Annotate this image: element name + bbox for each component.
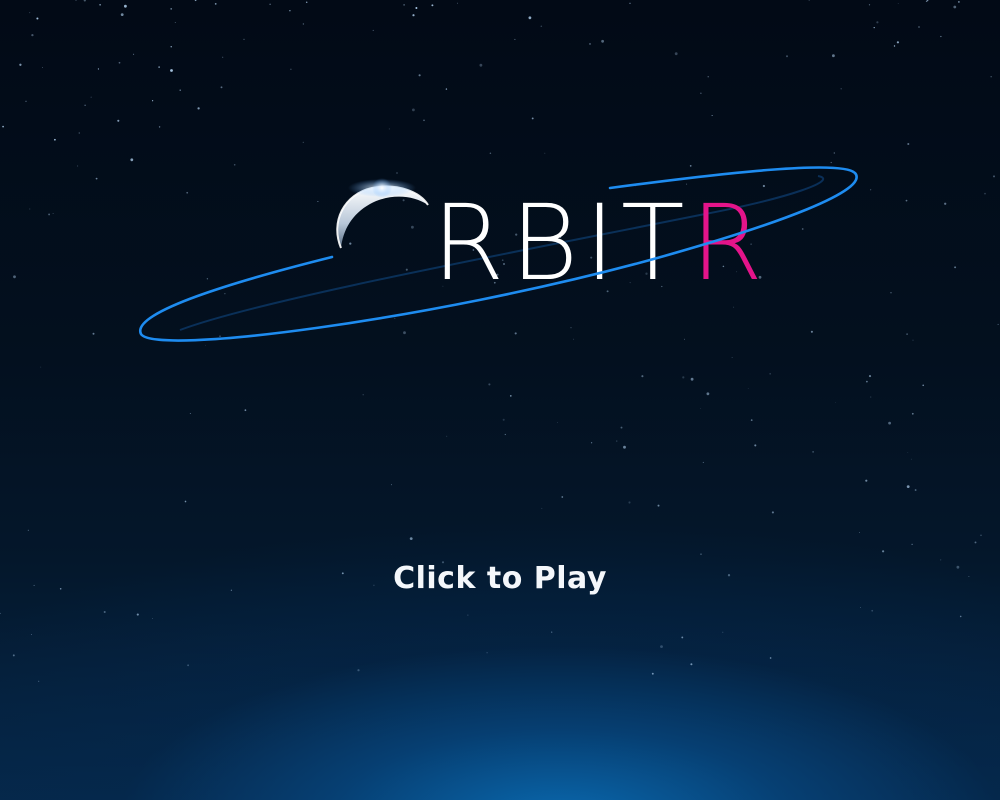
logo-letter-accent: R (691, 182, 769, 304)
logo-letter: T (621, 182, 691, 304)
click-to-play-button[interactable]: Click to Play (350, 550, 650, 606)
logo-letters: RBITR (432, 182, 769, 304)
crescent-planet-icon (336, 178, 429, 249)
game-logo: RBITR (139, 166, 858, 342)
logo-letter: R (432, 182, 510, 304)
game-title-screen[interactable]: RBITR Click to Play (0, 0, 1000, 800)
logo-letter: I (584, 182, 621, 304)
